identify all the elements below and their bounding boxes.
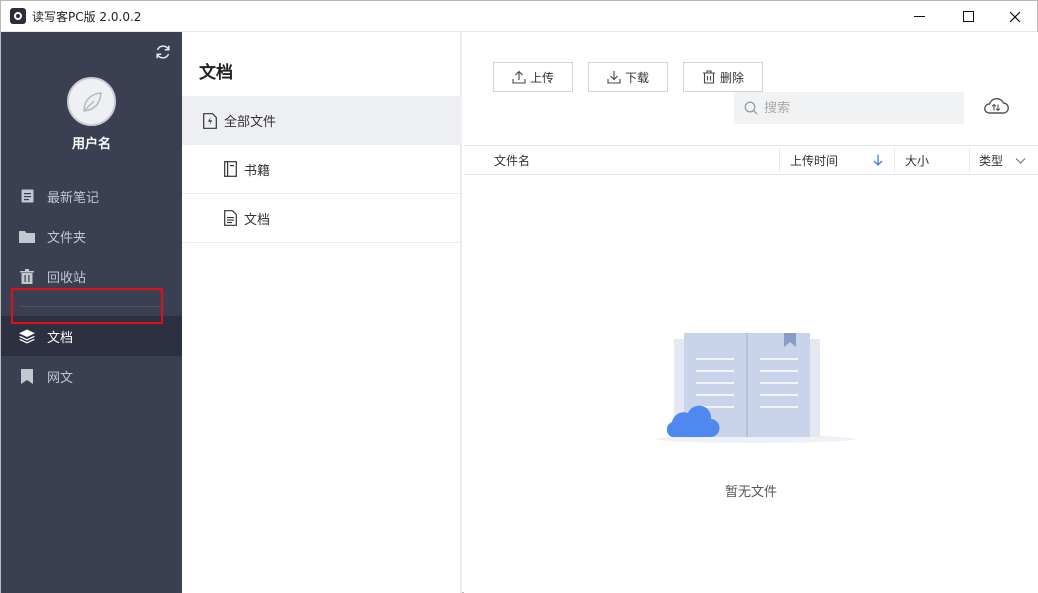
column-header-upload-time[interactable]: 上传时间 xyxy=(790,146,838,174)
document-icon xyxy=(222,210,238,226)
search-box[interactable] xyxy=(734,92,964,124)
upload-label: 上传 xyxy=(529,70,554,85)
sidebar-item-label: 文档 xyxy=(47,330,74,346)
search-icon xyxy=(744,101,758,115)
category-label: 文档 xyxy=(244,212,271,228)
annotation-highlight xyxy=(11,288,163,324)
sort-descending-icon[interactable] xyxy=(873,154,883,166)
column-separator xyxy=(779,148,780,172)
leaf-icon xyxy=(83,92,102,112)
download-button[interactable]: 下载 xyxy=(588,62,668,92)
column-header-size[interactable]: 大小 xyxy=(905,146,929,174)
upload-icon xyxy=(512,70,526,84)
layers-icon xyxy=(19,328,35,344)
cloud-sync-icon[interactable] xyxy=(982,94,1010,120)
upload-button[interactable]: 上传 xyxy=(493,62,573,92)
username: 用户名 xyxy=(71,137,111,152)
avatar[interactable] xyxy=(67,77,116,126)
chevron-down-icon[interactable] xyxy=(1015,157,1026,165)
category-books[interactable]: 书籍 xyxy=(182,145,462,194)
minimize-icon xyxy=(913,16,925,17)
sidebar-item-web-articles[interactable]: 网文 xyxy=(1,356,182,396)
book-icon xyxy=(222,161,238,177)
sidebar-item-latest-notes[interactable]: 最新笔记 xyxy=(1,176,182,216)
bookmark-icon xyxy=(19,368,35,384)
app-window: 读写客PC版 2.0.0.2 用户名 最新笔记 文件夹 回收站 文档 网文 文档… xyxy=(0,0,1038,593)
category-documents[interactable]: 文档 xyxy=(182,194,462,243)
title-bar: 读写客PC版 2.0.0.2 xyxy=(1,1,1037,32)
minimize-button[interactable] xyxy=(896,1,942,32)
empty-state-text: 暂无文件 xyxy=(724,485,777,500)
column-separator xyxy=(894,148,895,172)
file-list-panel: 上传 下载 删除 文件名 上传时间 xyxy=(464,32,1038,593)
download-icon xyxy=(607,70,621,84)
category-all-files[interactable]: 全部文件 xyxy=(182,96,462,145)
category-label: 全部文件 xyxy=(224,115,277,130)
folder-icon xyxy=(19,228,35,244)
app-logo-icon xyxy=(10,8,26,24)
trash-icon xyxy=(702,70,716,84)
category-label: 书籍 xyxy=(244,163,271,179)
trash-icon xyxy=(19,268,35,284)
column-header-type[interactable]: 类型 xyxy=(979,146,1003,174)
refresh-icon[interactable] xyxy=(153,42,173,62)
download-label: 下载 xyxy=(624,70,649,85)
maximize-icon xyxy=(962,11,974,22)
empty-folder-illustration xyxy=(655,333,855,443)
note-icon xyxy=(19,188,35,204)
sidebar-item-label: 网文 xyxy=(47,370,74,386)
search-input[interactable] xyxy=(764,100,944,116)
close-icon xyxy=(1009,11,1021,22)
maximize-button[interactable] xyxy=(945,1,991,32)
close-button[interactable] xyxy=(992,1,1038,32)
all-files-icon xyxy=(202,112,218,129)
sidebar-item-label: 回收站 xyxy=(47,270,87,286)
sidebar-item-folders[interactable]: 文件夹 xyxy=(1,216,182,256)
window-title: 读写客PC版 2.0.0.2 xyxy=(32,10,142,24)
sidebar-item-label: 文件夹 xyxy=(47,230,87,246)
delete-label: 删除 xyxy=(719,70,744,85)
column-header-filename[interactable]: 文件名 xyxy=(494,146,530,174)
column-separator xyxy=(969,148,970,172)
table-header: 文件名 上传时间 大小 类型 xyxy=(464,145,1038,175)
delete-button[interactable]: 删除 xyxy=(683,62,763,92)
panel-title: 文档 xyxy=(199,63,233,83)
sidebar-item-label: 最新笔记 xyxy=(47,190,100,206)
category-panel: 文档 全部文件 书籍 文档 xyxy=(182,32,462,593)
